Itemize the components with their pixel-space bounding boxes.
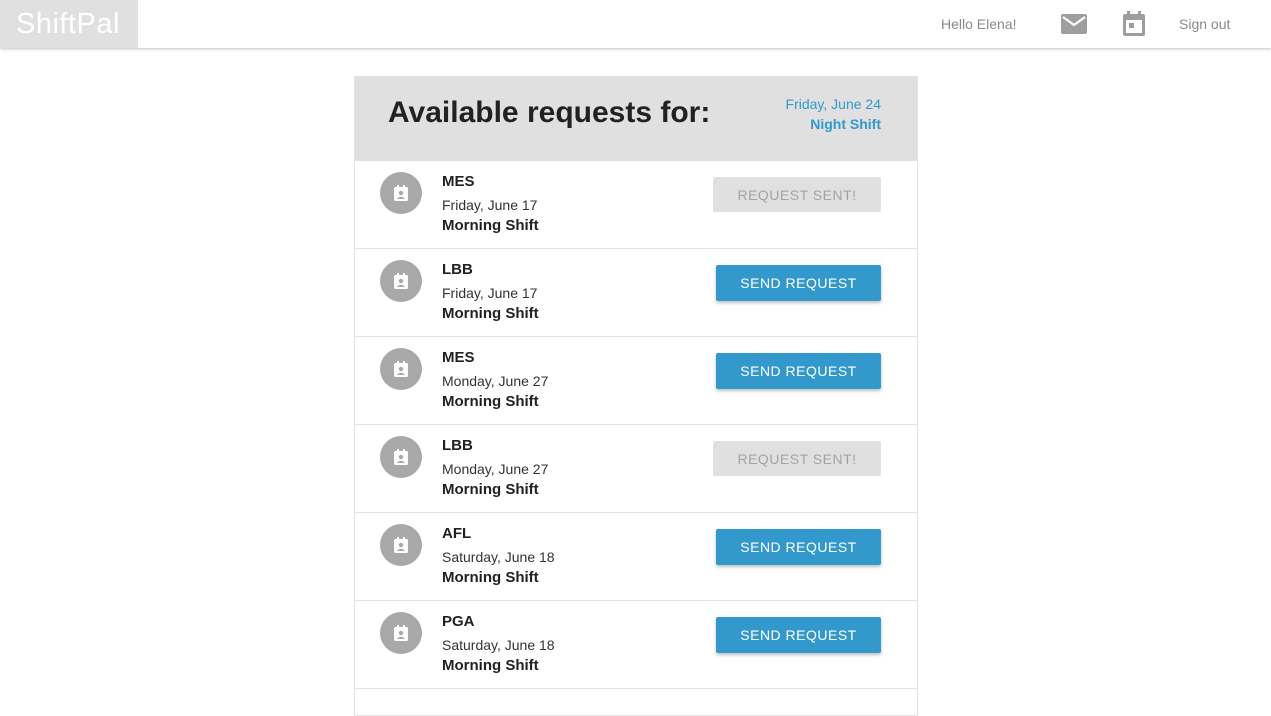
sign-out-link[interactable]: Sign out xyxy=(1179,0,1230,48)
request-shift: Morning Shift xyxy=(442,217,539,234)
request-code: LBB xyxy=(442,261,473,278)
request-code: MES xyxy=(442,173,475,190)
request-row: MES Friday, June 17 Morning Shift REQUES… xyxy=(355,161,917,249)
request-shift: Morning Shift xyxy=(442,657,539,674)
request-row: LBB Friday, June 17 Morning Shift SEND R… xyxy=(355,249,917,337)
request-row: LBB Monday, June 27 Morning Shift REQUES… xyxy=(355,425,917,513)
request-date: Saturday, June 18 xyxy=(442,549,555,565)
send-request-button[interactable]: SEND REQUEST xyxy=(716,353,881,389)
send-request-button[interactable]: SEND REQUEST xyxy=(716,265,881,301)
calendar-icon[interactable] xyxy=(1121,11,1147,37)
panel-header: Available requests for: Friday, June 24 … xyxy=(355,76,917,161)
request-date: Monday, June 27 xyxy=(442,461,549,477)
person-badge-icon xyxy=(380,348,422,390)
top-navigation-bar: ShiftPal Hello Elena! Sign out xyxy=(0,0,1271,48)
request-code: MES xyxy=(442,349,475,366)
selected-shift-name: Night Shift xyxy=(810,116,881,132)
send-request-button[interactable]: SEND REQUEST xyxy=(716,529,881,565)
person-badge-icon xyxy=(380,612,422,654)
request-date: Monday, June 27 xyxy=(442,373,549,389)
request-date: Friday, June 17 xyxy=(442,197,538,213)
request-code: LBB xyxy=(442,437,473,454)
request-sent-button[interactable]: REQUEST SENT! xyxy=(713,441,881,476)
request-code: PGA xyxy=(442,613,475,630)
user-greeting: Hello Elena! xyxy=(941,16,1017,32)
requests-panel: Available requests for: Friday, June 24 … xyxy=(354,76,918,716)
person-badge-icon xyxy=(380,172,422,214)
request-row: MES Monday, June 27 Morning Shift SEND R… xyxy=(355,337,917,425)
person-badge-icon xyxy=(380,436,422,478)
app-logo[interactable]: ShiftPal xyxy=(0,0,138,48)
request-shift: Morning Shift xyxy=(442,393,539,410)
send-request-button[interactable]: SEND REQUEST xyxy=(716,617,881,653)
page-title: Available requests for: xyxy=(388,96,711,129)
person-badge-icon xyxy=(380,524,422,566)
request-date: Saturday, June 18 xyxy=(442,637,555,653)
request-shift: Morning Shift xyxy=(442,569,539,586)
mail-icon[interactable] xyxy=(1061,11,1087,37)
request-shift: Morning Shift xyxy=(442,481,539,498)
request-code: AFL xyxy=(442,525,472,542)
request-shift: Morning Shift xyxy=(442,305,539,322)
request-row: AFL Saturday, June 18 Morning Shift SEND… xyxy=(355,513,917,601)
person-badge-icon xyxy=(380,260,422,302)
request-sent-button[interactable]: REQUEST SENT! xyxy=(713,177,881,212)
selected-shift-date: Friday, June 24 xyxy=(785,96,881,112)
request-date: Friday, June 17 xyxy=(442,285,538,301)
request-row: PGA Saturday, June 18 Morning Shift SEND… xyxy=(355,601,917,689)
